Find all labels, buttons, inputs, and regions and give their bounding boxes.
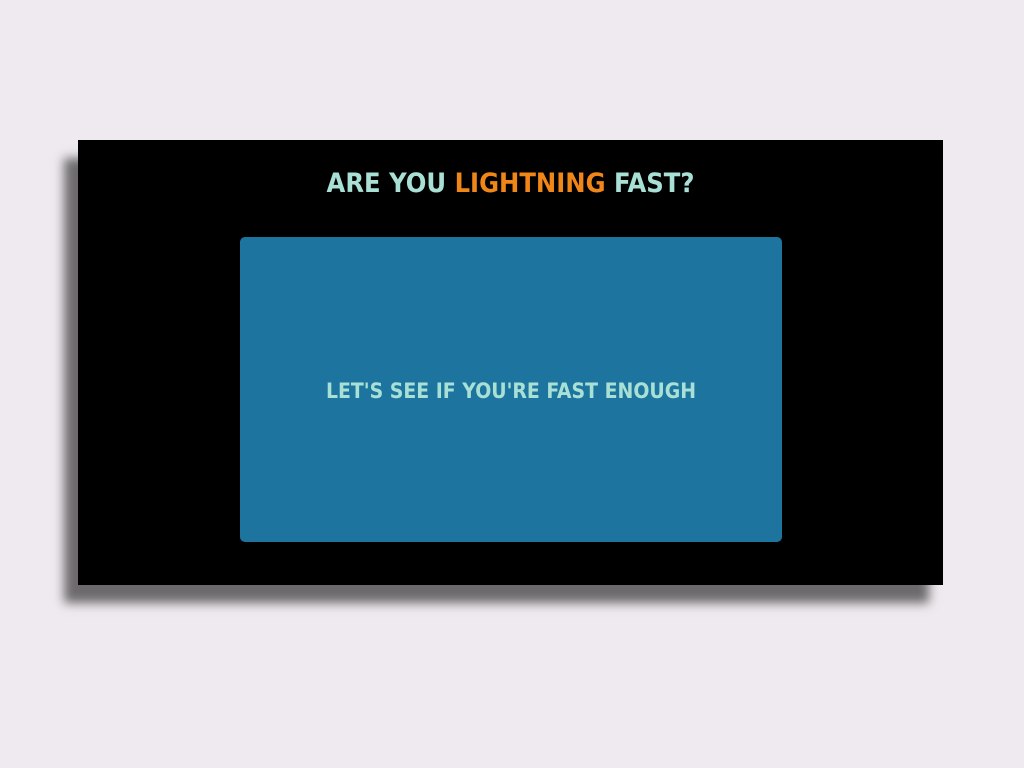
reaction-play-area[interactable]: LET'S SEE IF YOU'RE FAST ENOUGH: [240, 237, 782, 542]
play-area-prompt: LET'S SEE IF YOU'RE FAST ENOUGH: [325, 378, 697, 403]
game-title: ARE YOU LIGHTNING FAST?: [78, 168, 943, 200]
title-part-2: FAST?: [613, 168, 695, 199]
title-accent-word: LIGHTNING: [454, 168, 606, 199]
title-part-1: ARE YOU: [326, 168, 447, 199]
game-window: ARE YOU LIGHTNING FAST? LET'S SEE IF YOU…: [78, 140, 943, 585]
